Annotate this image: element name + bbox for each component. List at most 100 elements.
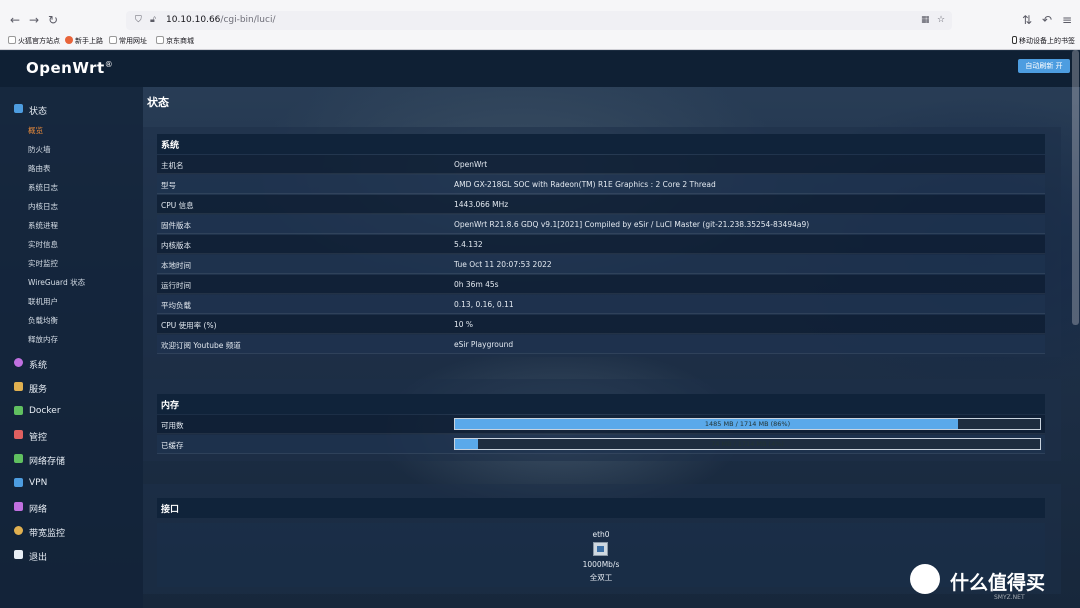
sidebar-item-label: 带宽监控: [29, 529, 66, 539]
bookmark-label: 新手上路: [75, 37, 103, 45]
table-row: 本地时间 Tue Oct 11 20:07:53 2022: [157, 255, 1045, 274]
qr-code-icon[interactable]: ▦: [921, 15, 930, 25]
luci-app: OpenWrt® 自动刷新 开 状态 概览 防火墙 路由表 系统日志 内核日志 …: [0, 51, 1080, 608]
row-value: 1443.066 MHz: [454, 200, 509, 209]
sidebar-item-bandwidth[interactable]: 带宽监控: [0, 523, 143, 541]
system-panel-title: 系统: [161, 141, 180, 151]
system-panel: 系统 主机名 OpenWrt 型号 AMD GX-218GL SOC with Ra…: [143, 127, 1061, 357]
reload-icon[interactable]: ↻: [46, 13, 60, 27]
auto-refresh-button[interactable]: 自动刷新 开: [1018, 59, 1070, 73]
bookmark-getting-started[interactable]: 新手上路: [65, 36, 103, 46]
sidebar-sub-routes[interactable]: 路由表: [28, 163, 51, 174]
system-icon: [14, 358, 23, 367]
memory-available-bar: 1485 MB / 1714 MB (86%): [454, 418, 1041, 430]
table-row: 内核版本 5.4.132: [157, 235, 1045, 254]
watermark-subtext: SMYZ.NET: [994, 594, 1025, 601]
sidebar-sub-kernel-log[interactable]: 内核日志: [28, 201, 58, 212]
network-storage-icon: [14, 454, 23, 463]
docker-icon: [14, 406, 23, 415]
sidebar-item-label: Docker: [29, 406, 61, 416]
back-arrow-icon[interactable]: ←: [8, 13, 22, 27]
logout-icon: [14, 550, 23, 559]
insecure-lock-icon[interactable]: 🔓︎: [150, 15, 156, 25]
services-icon: [14, 382, 23, 391]
sidebar-item-label: 退出: [29, 553, 48, 563]
bookmark-mobile[interactable]: 移动设备上的书签: [1012, 36, 1075, 46]
sidebar-item-label: VPN: [29, 478, 48, 488]
sidebar-item-vpn[interactable]: VPN: [0, 475, 143, 493]
row-value: 0h 36m 45s: [454, 280, 499, 289]
system-panel-header: 系统: [157, 134, 1045, 154]
sidebar-item-label: 网络存储: [29, 457, 66, 467]
sidebar-item-control[interactable]: 管控: [0, 427, 143, 445]
sidebar-sub-free-memory[interactable]: 释放内存: [28, 334, 58, 345]
row-key: 本地时间: [161, 261, 191, 270]
bar-text: 74 MB / 1714 MB (4%): [711, 440, 784, 448]
status-icon: [14, 104, 23, 113]
interface-name: eth0: [592, 530, 610, 539]
shield-icon[interactable]: ⛉: [135, 15, 142, 25]
bookmark-label: 移动设备上的书签: [1019, 37, 1075, 45]
sidebar-item-status[interactable]: 状态: [0, 101, 143, 119]
row-key: CPU 信息: [161, 201, 194, 210]
globe-icon: [156, 36, 164, 44]
sidebar-sub-overview[interactable]: 概览: [28, 125, 43, 136]
table-row: CPU 信息 1443.066 MHz: [157, 195, 1045, 214]
url-host: 10.10.10.66: [166, 15, 221, 25]
row-key: 可用数: [161, 421, 184, 430]
page-scrollbar[interactable]: [1072, 50, 1079, 325]
sidebar-sub-realtime-info[interactable]: 实时信息: [28, 239, 58, 250]
sidebar-item-services[interactable]: 服务: [0, 379, 143, 397]
bookmarks-bar: 火狐官方站点 新手上路 常用网址 京东商城 移动设备上的书签: [0, 34, 1080, 48]
table-row: CPU 使用率 (%) 10 %: [157, 315, 1045, 334]
table-row: 欢迎订阅 Youtube 频道 eSir Playground: [157, 335, 1045, 354]
sidebar-item-label: 服务: [29, 385, 48, 395]
row-key: 已缓存: [161, 441, 184, 450]
smzdm-logo-icon: [910, 564, 940, 594]
forward-arrow-icon[interactable]: →: [27, 13, 41, 27]
bookmark-jd[interactable]: 京东商城: [156, 36, 194, 46]
row-key: 固件版本: [161, 221, 191, 230]
row-key: 欢迎订阅 Youtube 频道: [161, 341, 241, 350]
table-row: 固件版本 OpenWrt R21.8.6 GDQ v9.1[2021] Compi…: [157, 215, 1045, 234]
watermark-text: 什么值得买: [950, 572, 1046, 594]
sidebar-item-network[interactable]: 网络: [0, 499, 143, 517]
sidebar-sub-online-users[interactable]: 联机用户: [28, 296, 58, 307]
interfaces-panel-title: 接口: [161, 505, 180, 515]
sidebar-item-system[interactable]: 系统: [0, 355, 143, 373]
sidebar-sub-firewall[interactable]: 防火墙: [28, 144, 51, 155]
table-row: 平均负载 0.13, 0.16, 0.11: [157, 295, 1045, 314]
menu-hamburger-icon[interactable]: ≡: [1060, 13, 1074, 27]
table-row: 主机名 OpenWrt: [157, 155, 1045, 174]
ethernet-port-icon: [593, 542, 608, 556]
address-bar[interactable]: ⛉ 🔓︎ 10.10.10.66/cgi-bin/luci/ ▦ ☆: [126, 11, 952, 30]
row-key: 主机名: [161, 161, 184, 170]
bookmark-label: 火狐官方站点: [18, 37, 60, 45]
page-icon: [8, 36, 16, 44]
bookmark-firefox[interactable]: 火狐官方站点: [8, 36, 60, 46]
sidebar-sub-syslog[interactable]: 系统日志: [28, 182, 58, 193]
sidebar-item-logout[interactable]: 退出: [0, 547, 143, 565]
sidebar-item-docker[interactable]: Docker: [0, 403, 143, 421]
sidebar-sub-processes[interactable]: 系统进程: [28, 220, 58, 231]
undo-icon[interactable]: ↶: [1040, 13, 1054, 27]
memory-panel: 内存 可用数 1485 MB / 1714 MB (86%) 已缓存 74 MB…: [143, 379, 1061, 461]
folder-icon: [109, 36, 117, 44]
sidebar-item-nas[interactable]: 网络存储: [0, 451, 143, 469]
star-bookmark-icon[interactable]: ☆: [937, 15, 945, 25]
sidebar-sub-wireguard[interactable]: WireGuard 状态: [28, 277, 85, 288]
bookmark-common-sites[interactable]: 常用网址: [109, 36, 147, 46]
bar-text: 1485 MB / 1714 MB (86%): [704, 420, 791, 428]
row-value: 10 %: [454, 320, 474, 329]
bandwidth-monitor-icon: [14, 526, 23, 535]
row-value: OpenWrt: [454, 160, 488, 169]
sidebar-sub-load-balance[interactable]: 负载均衡: [28, 315, 58, 326]
sidebar-sub-realtime-monitor[interactable]: 实时监控: [28, 258, 58, 269]
brand-logo[interactable]: OpenWrt®: [26, 59, 113, 77]
interfaces-panel-header: 接口: [157, 498, 1045, 518]
sidebar-item-label: 管控: [29, 433, 48, 443]
row-value: 5.4.132: [454, 240, 483, 249]
row-value: 0.13, 0.16, 0.11: [454, 300, 514, 309]
row-key: 运行时间: [161, 281, 191, 290]
extensions-icon[interactable]: ⇅: [1020, 13, 1034, 27]
